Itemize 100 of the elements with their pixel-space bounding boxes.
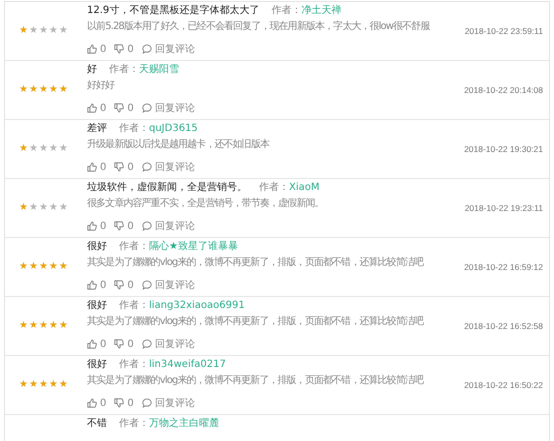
dislike-button[interactable]: 0 (114, 44, 134, 54)
star-icon: ★ (58, 85, 68, 95)
author-label: 作者： (119, 122, 149, 136)
author-label: 作者： (119, 417, 149, 431)
reply-button[interactable]: 回复评论 (142, 160, 195, 174)
review-text: 其实是为了娜娜的vlog来的，微博不再更新了，排版，页面都不错，还算比较简洁吧 (87, 256, 425, 269)
review-time: 2018-10-22 19:23:11 (464, 203, 543, 213)
author-link[interactable]: quJD3615 (149, 122, 198, 136)
reply-button[interactable]: 回复评论 (142, 278, 195, 292)
like-button[interactable]: 0 (87, 280, 106, 290)
dislike-button[interactable]: 0 (114, 220, 134, 232)
star-icon: ★ (58, 262, 68, 272)
star-icon: ★ (58, 26, 68, 36)
review-text: 其实是为了娜娜的vlog来的，微博不再更新了，排版，页面都不错，还算比较简洁吧 (87, 315, 425, 328)
review-time: 2018-10-22 20:14:08 (464, 85, 543, 95)
star-icon: ★ (38, 262, 48, 272)
review-time: 2018-10-22 23:59:11 (464, 26, 543, 36)
author-link[interactable]: 净土天禅 (301, 4, 342, 18)
author-label: 作者： (119, 240, 149, 254)
thumbs-up-icon (87, 103, 97, 113)
thumbs-up-icon (87, 221, 97, 231)
review-text: 好好好 (87, 79, 116, 92)
author-link[interactable]: 隔心★致星了谁暴暴 (149, 240, 238, 254)
like-button[interactable]: 0 (87, 338, 106, 350)
review-title: 很好 (87, 240, 107, 254)
review-time: 2018-10-22 16:59:12 (464, 262, 543, 272)
like-button[interactable]: 0 (87, 162, 106, 172)
dislike-button[interactable]: 0 (114, 102, 134, 114)
star-icon: ★ (28, 144, 38, 154)
star-icon: ★ (48, 26, 58, 36)
review-text: 以前5.28版本用了好久，已经不会看回复了，现在用新版本，字太大，很low很不舒服 (87, 20, 431, 33)
thumbs-down-icon (114, 398, 124, 408)
star-icon: ★ (19, 144, 28, 154)
author-link[interactable]: 天赐阳雪 (139, 63, 179, 77)
star-icon: ★ (38, 144, 48, 154)
star-icon: ★ (58, 380, 68, 390)
star-icon: ★ (28, 380, 38, 390)
thumbs-down-icon (114, 221, 124, 231)
thumbs-up-icon (87, 280, 97, 290)
chat-bubble-icon (142, 280, 152, 290)
star-icon: ★ (19, 26, 28, 36)
dislike-button[interactable]: 0 (114, 398, 134, 408)
author-link[interactable]: lin34weifa0217 (149, 358, 226, 372)
star-icon: ★ (48, 321, 58, 331)
reply-button[interactable]: 回复评论 (142, 337, 195, 351)
reply-button[interactable]: 回复评论 (142, 42, 195, 56)
author-label: 作者： (271, 4, 302, 18)
thumbs-down-icon (114, 44, 124, 54)
star-icon: ★ (28, 26, 38, 36)
star-icon: ★ (38, 321, 48, 331)
star-icon: ★ (48, 85, 58, 95)
dislike-button[interactable]: 0 (114, 338, 134, 350)
author-link[interactable]: XiaoM (289, 181, 320, 195)
author-label: 作者： (109, 63, 139, 77)
reply-button[interactable]: 回复评论 (142, 101, 195, 115)
star-icon: ★ (58, 144, 68, 154)
review-text: 其实是为了娜娜的vlog来的，微博不再更新了，排版，页面都不错，还算比较简洁吧 (87, 374, 425, 387)
star-icon: ★ (28, 85, 38, 95)
author-label: 作者： (259, 181, 289, 195)
chat-bubble-icon (142, 398, 152, 408)
thumbs-up-icon (87, 398, 97, 408)
star-icon: ★ (38, 380, 48, 390)
chat-bubble-icon (142, 103, 152, 113)
author-link[interactable]: 万物之主白曜麓 (149, 417, 219, 431)
thumbs-down-icon (114, 162, 124, 172)
review-time: 2018-10-22 16:50:22 (464, 380, 543, 390)
star-icon: ★ (19, 380, 28, 390)
thumbs-up-icon (87, 44, 97, 54)
author-link[interactable]: liang32xiaoao6991 (149, 299, 245, 313)
review-title: 很好 (87, 358, 107, 372)
star-icon: ★ (38, 203, 48, 213)
dislike-button[interactable]: 0 (114, 162, 134, 172)
star-icon: ★ (48, 144, 58, 154)
star-icon: ★ (19, 262, 28, 272)
dislike-button[interactable]: 0 (114, 280, 134, 290)
thumbs-down-icon (114, 280, 124, 290)
star-icon: ★ (28, 321, 38, 331)
review-title: 差评 (87, 122, 107, 136)
like-button[interactable]: 0 (87, 102, 106, 114)
reply-button[interactable]: 回复评论 (142, 219, 195, 233)
thumbs-down-icon (114, 103, 124, 113)
star-icon: ★ (38, 85, 48, 95)
review-title: 好 (87, 63, 97, 77)
like-button[interactable]: 0 (87, 398, 106, 408)
star-icon: ★ (48, 380, 58, 390)
thumbs-down-icon (114, 339, 124, 349)
review-time: 2018-10-22 19:30:21 (464, 144, 543, 154)
star-icon: ★ (19, 85, 28, 95)
like-button[interactable]: 0 (87, 220, 106, 232)
chat-bubble-icon (142, 44, 152, 54)
like-button[interactable]: 0 (87, 44, 106, 54)
star-icon: ★ (58, 321, 68, 331)
chat-bubble-icon (142, 221, 152, 231)
chat-bubble-icon (142, 339, 152, 349)
thumbs-up-icon (87, 339, 97, 349)
star-icon: ★ (28, 203, 38, 213)
reply-button[interactable]: 回复评论 (142, 396, 195, 410)
star-icon: ★ (28, 262, 38, 272)
star-icon: ★ (58, 203, 68, 213)
author-label: 作者： (119, 299, 149, 313)
